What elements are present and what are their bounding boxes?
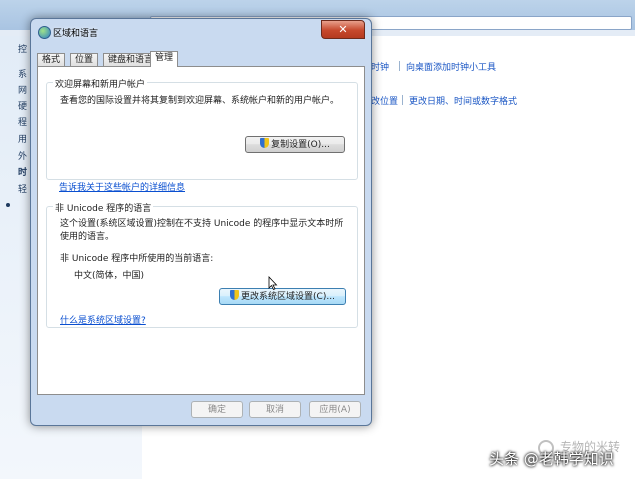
region-language-dialog: 区域和语言 ✕ 格式 位置 键盘和语言 管理 欢迎屏幕和新用户帐户 查看您的国际… <box>30 18 372 426</box>
sidebar-item[interactable]: 用 <box>18 132 27 145</box>
change-location-link[interactable]: 改位置 <box>371 94 398 107</box>
sidebar-item[interactable]: 系 <box>18 67 27 80</box>
welcome-description: 查看您的国际设置并将其复制到欢迎屏幕、系统帐户和新的用户帐户。 <box>60 96 340 106</box>
link-separator <box>402 95 403 105</box>
unicode-description: 这个设置(系统区域设置)控制在不支持 Unicode 的程序中显示文本时所使用的… <box>60 219 344 242</box>
ok-button[interactable]: 确定 <box>191 401 243 418</box>
globe-icon <box>38 26 51 39</box>
unicode-language-group: 非 Unicode 程序的语言 这个设置(系统区域设置)控制在不支持 Unico… <box>46 201 358 328</box>
sidebar-item[interactable]: 网 <box>18 83 27 96</box>
close-button[interactable]: ✕ <box>321 20 365 39</box>
cancel-button[interactable]: 取消 <box>249 401 301 418</box>
system-locale-help-link[interactable]: 什么是系统区域设置? <box>60 313 146 326</box>
change-locale-label: 更改系统区域设置(C)... <box>241 292 335 302</box>
add-clock-gadget-link[interactable]: 向桌面添加时钟小工具 <box>406 60 496 73</box>
clock-link[interactable]: 时钟 <box>371 60 389 73</box>
link-separator <box>399 61 400 71</box>
current-language-value: 中文(简体，中国) <box>74 271 145 281</box>
watermark-text: 头条 @老韩学知识 <box>489 450 614 468</box>
administrative-panel: 欢迎屏幕和新用户帐户 查看您的国际设置并将其复制到欢迎屏幕、系统帐户和新的用户帐… <box>37 66 365 395</box>
sidebar-item[interactable]: 轻 <box>18 182 27 195</box>
tab-format[interactable]: 格式 <box>37 53 66 66</box>
sidebar-item[interactable]: 控 <box>18 42 27 55</box>
selected-bullet-icon <box>6 203 10 207</box>
apply-button[interactable]: 应用(A) <box>309 401 361 418</box>
tab-administrative[interactable]: 管理 <box>150 51 179 67</box>
current-language-label: 非 Unicode 程序中所使用的当前语言: <box>60 254 214 264</box>
welcome-screen-group: 欢迎屏幕和新用户帐户 查看您的国际设置并将其复制到欢迎屏幕、系统帐户和新的用户帐… <box>46 77 358 180</box>
sidebar-item[interactable]: 外 <box>18 149 27 162</box>
accounts-info-link[interactable]: 告诉我关于这些帐户的详细信息 <box>59 180 185 193</box>
change-system-locale-button[interactable]: 更改系统区域设置(C)... <box>219 288 346 305</box>
change-format-link[interactable]: 更改日期、时间或数字格式 <box>409 94 517 107</box>
group-title: 欢迎屏幕和新用户帐户 <box>53 77 148 90</box>
copy-settings-label: 复制设置(O)... <box>271 140 330 150</box>
uac-shield-icon <box>230 290 240 300</box>
group-title: 非 Unicode 程序的语言 <box>53 201 154 214</box>
sidebar-item-active[interactable]: 时 <box>18 165 27 178</box>
sidebar-item[interactable]: 程 <box>18 115 27 128</box>
copy-settings-button[interactable]: 复制设置(O)... <box>245 136 345 153</box>
tab-location[interactable]: 位置 <box>70 53 99 66</box>
dialog-title: 区域和语言 <box>53 29 99 39</box>
uac-shield-icon <box>260 138 270 148</box>
sidebar-item[interactable]: 硬 <box>18 99 27 112</box>
mouse-pointer-icon <box>268 276 278 290</box>
